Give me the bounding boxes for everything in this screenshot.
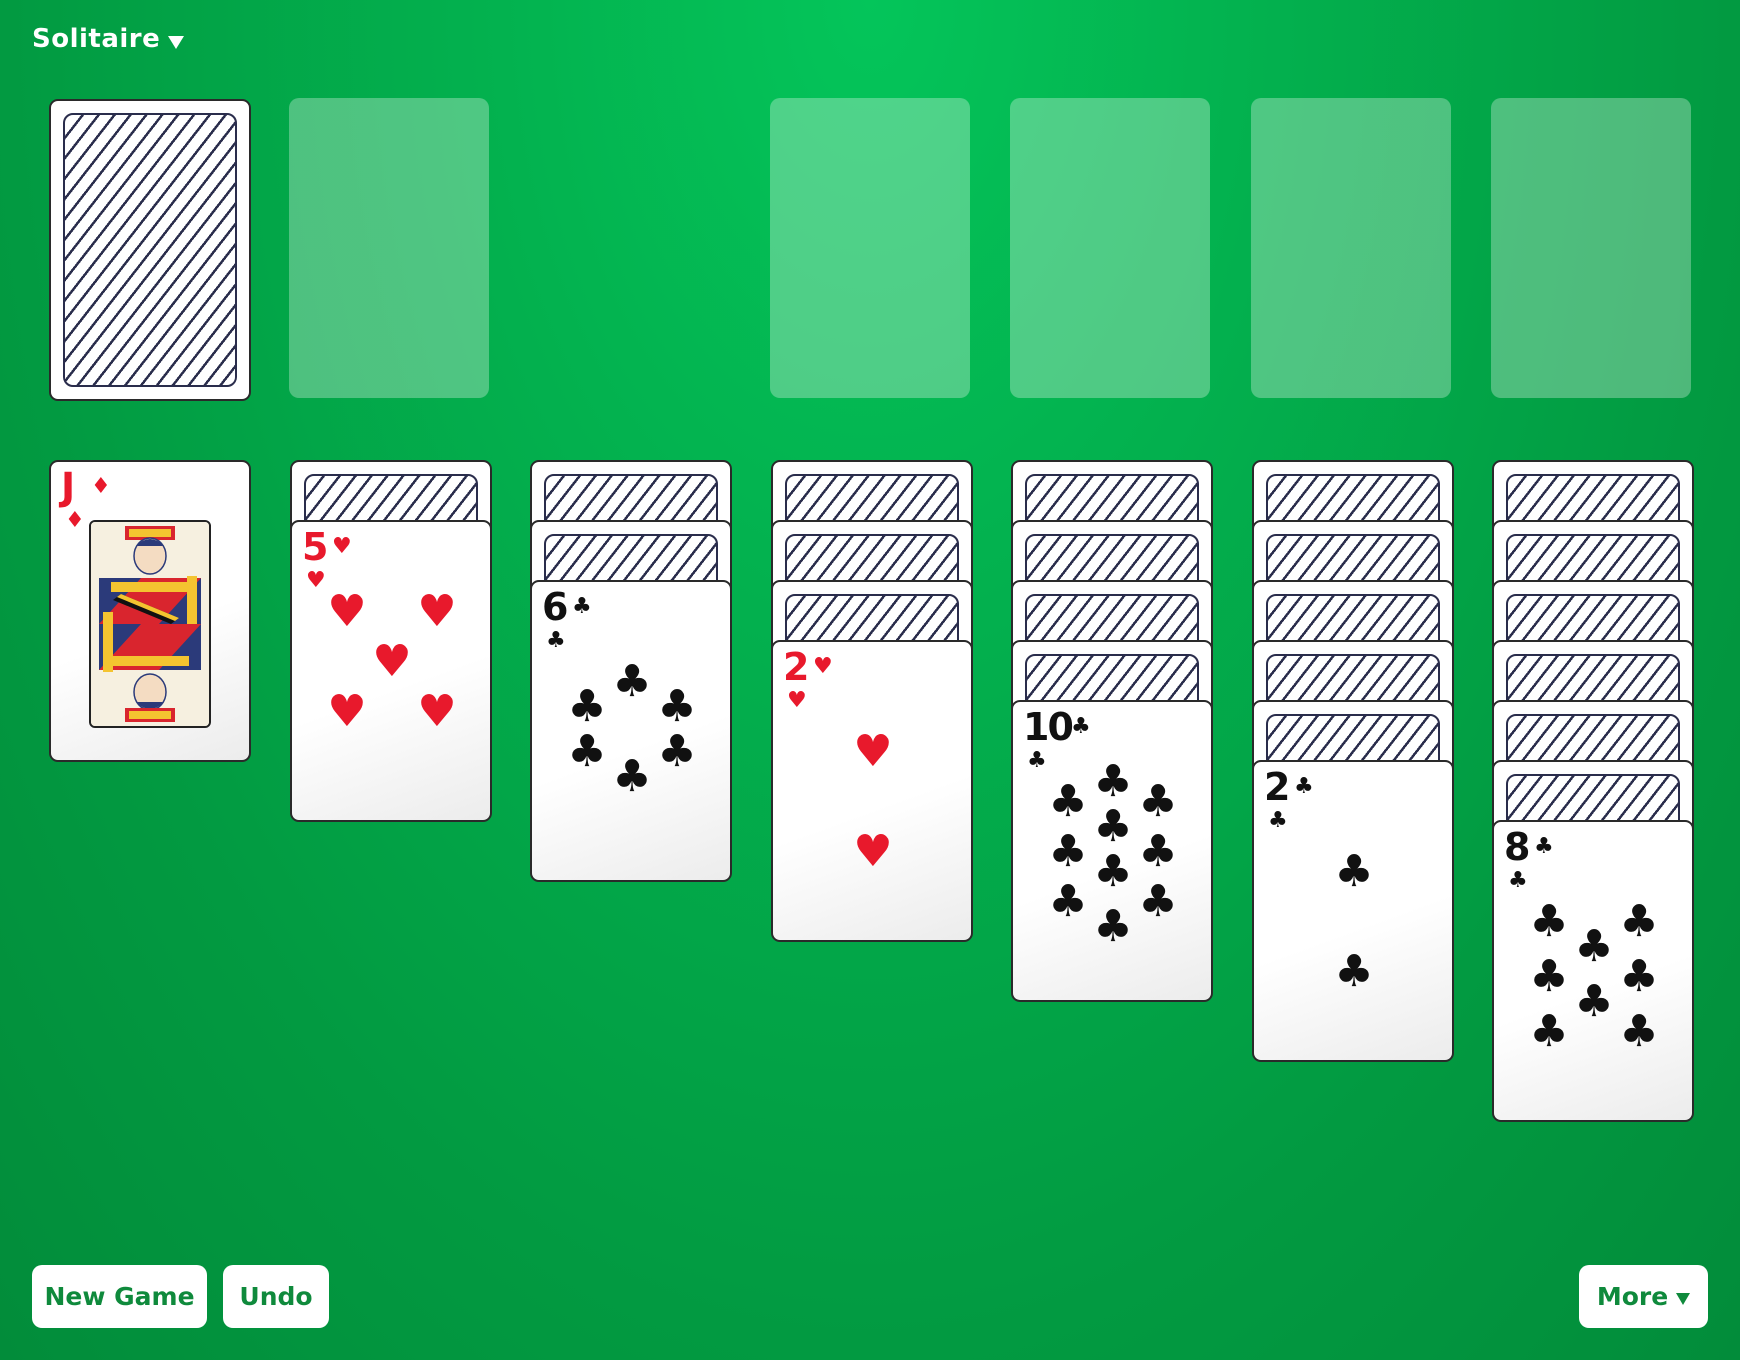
- playing-card[interactable]: J ♦ ♦: [49, 460, 251, 762]
- card-pip-icon: ♥: [372, 636, 412, 687]
- card-pip-icon: ♥: [327, 686, 367, 737]
- new-game-button[interactable]: New Game: [32, 1265, 207, 1328]
- game-menu-label: Solitaire: [32, 24, 161, 54]
- card-pip-icon: ♥: [853, 726, 893, 777]
- card-suit-icon: ♥: [787, 688, 807, 713]
- card-suit-icon: ♣: [1268, 808, 1288, 833]
- card-suit-icon: ♥: [306, 568, 326, 593]
- card-back-pattern: [63, 113, 237, 387]
- card-pip-icon: ♣: [1619, 1006, 1659, 1057]
- chevron-down-icon: [168, 35, 185, 49]
- card-rank: 6: [542, 585, 568, 629]
- playing-card[interactable]: 2 ♣ ♣ ♣ ♣: [1252, 760, 1454, 1062]
- more-label: More: [1596, 1282, 1669, 1311]
- card-pip-icon: ♣: [1619, 896, 1659, 947]
- card-pip-icon: ♣: [657, 726, 697, 777]
- playing-card[interactable]: 5 ♥ ♥ ♥ ♥ ♥ ♥ ♥: [290, 520, 492, 822]
- undo-label: Undo: [239, 1282, 313, 1311]
- card-pip-icon: ♣: [567, 681, 607, 732]
- card-suit-icon: ♥: [332, 534, 352, 559]
- jack-portrait-image: [89, 520, 211, 728]
- card-pip-icon: ♣: [612, 751, 652, 802]
- card-pip-icon: ♣: [1093, 846, 1133, 897]
- playing-card[interactable]: 2 ♥ ♥ ♥ ♥: [771, 640, 973, 942]
- card-pip-icon: ♣: [657, 681, 697, 732]
- card-pip-icon: ♥: [853, 826, 893, 877]
- card-pip-icon: ♣: [1093, 801, 1133, 852]
- card-pip-icon: ♣: [1334, 846, 1374, 897]
- foundation-slot[interactable]: [770, 98, 970, 398]
- card-pip-icon: ♣: [1574, 921, 1614, 972]
- card-rank: 2: [783, 645, 809, 689]
- card-pip-icon: ♣: [1334, 946, 1374, 997]
- card-pip-icon: ♥: [417, 686, 457, 737]
- card-pip-icon: ♣: [1529, 1006, 1569, 1057]
- card-suit-icon: ♣: [1027, 748, 1047, 773]
- foundation-slot[interactable]: [1491, 98, 1691, 398]
- foundation-slot[interactable]: [1251, 98, 1451, 398]
- card-pip-icon: ♣: [1529, 896, 1569, 947]
- card-rank: 2: [1264, 765, 1290, 809]
- card-rank: 8: [1504, 825, 1530, 869]
- card-pip-icon: ♣: [1619, 951, 1659, 1002]
- card-suit-icon: ♥: [813, 654, 833, 679]
- card-pip-icon: ♥: [417, 586, 457, 637]
- card-rank: 10: [1023, 705, 1074, 749]
- chevron-down-icon: [1676, 1292, 1691, 1305]
- card-suit-icon: ♦: [91, 474, 111, 499]
- card-pip-icon: ♣: [1093, 756, 1133, 807]
- playing-card[interactable]: 8 ♣ ♣ ♣ ♣ ♣ ♣ ♣ ♣ ♣ ♣: [1492, 820, 1694, 1122]
- undo-button[interactable]: Undo: [223, 1265, 329, 1328]
- card-suit-icon: ♣: [546, 628, 566, 653]
- card-suit-icon: ♦: [65, 508, 85, 533]
- card-pip-icon: ♣: [567, 726, 607, 777]
- card-pip-icon: ♣: [1138, 876, 1178, 927]
- playing-card[interactable]: 10 ♣ ♣ ♣ ♣ ♣ ♣ ♣ ♣ ♣ ♣ ♣ ♣: [1011, 700, 1213, 1002]
- card-pip-icon: ♥: [327, 586, 367, 637]
- card-pip-icon: ♣: [1574, 976, 1614, 1027]
- card-pip-icon: ♣: [1529, 951, 1569, 1002]
- card-suit-icon: ♣: [1508, 868, 1528, 893]
- card-rank: J: [61, 465, 75, 509]
- card-pip-icon: ♣: [1048, 876, 1088, 927]
- card-suit-icon: ♣: [572, 594, 592, 619]
- card-suit-icon: ♣: [1534, 834, 1554, 859]
- card-pip-icon: ♣: [1048, 826, 1088, 877]
- card-pip-icon: ♣: [1138, 776, 1178, 827]
- more-button[interactable]: More: [1579, 1265, 1708, 1328]
- card-pip-icon: ♣: [612, 656, 652, 707]
- playing-card[interactable]: 6 ♣ ♣ ♣ ♣ ♣ ♣ ♣ ♣: [530, 580, 732, 882]
- stock-pile[interactable]: [49, 99, 251, 401]
- card-suit-icon: ♣: [1071, 714, 1091, 739]
- card-rank: 5: [302, 525, 328, 569]
- card-pip-icon: ♣: [1093, 901, 1133, 952]
- waste-pile-slot[interactable]: [289, 98, 489, 398]
- game-menu[interactable]: Solitaire: [32, 24, 185, 54]
- new-game-label: New Game: [44, 1282, 195, 1311]
- card-suit-icon: ♣: [1294, 774, 1314, 799]
- foundation-slot[interactable]: [1010, 98, 1210, 398]
- card-pip-icon: ♣: [1138, 826, 1178, 877]
- card-pip-icon: ♣: [1048, 776, 1088, 827]
